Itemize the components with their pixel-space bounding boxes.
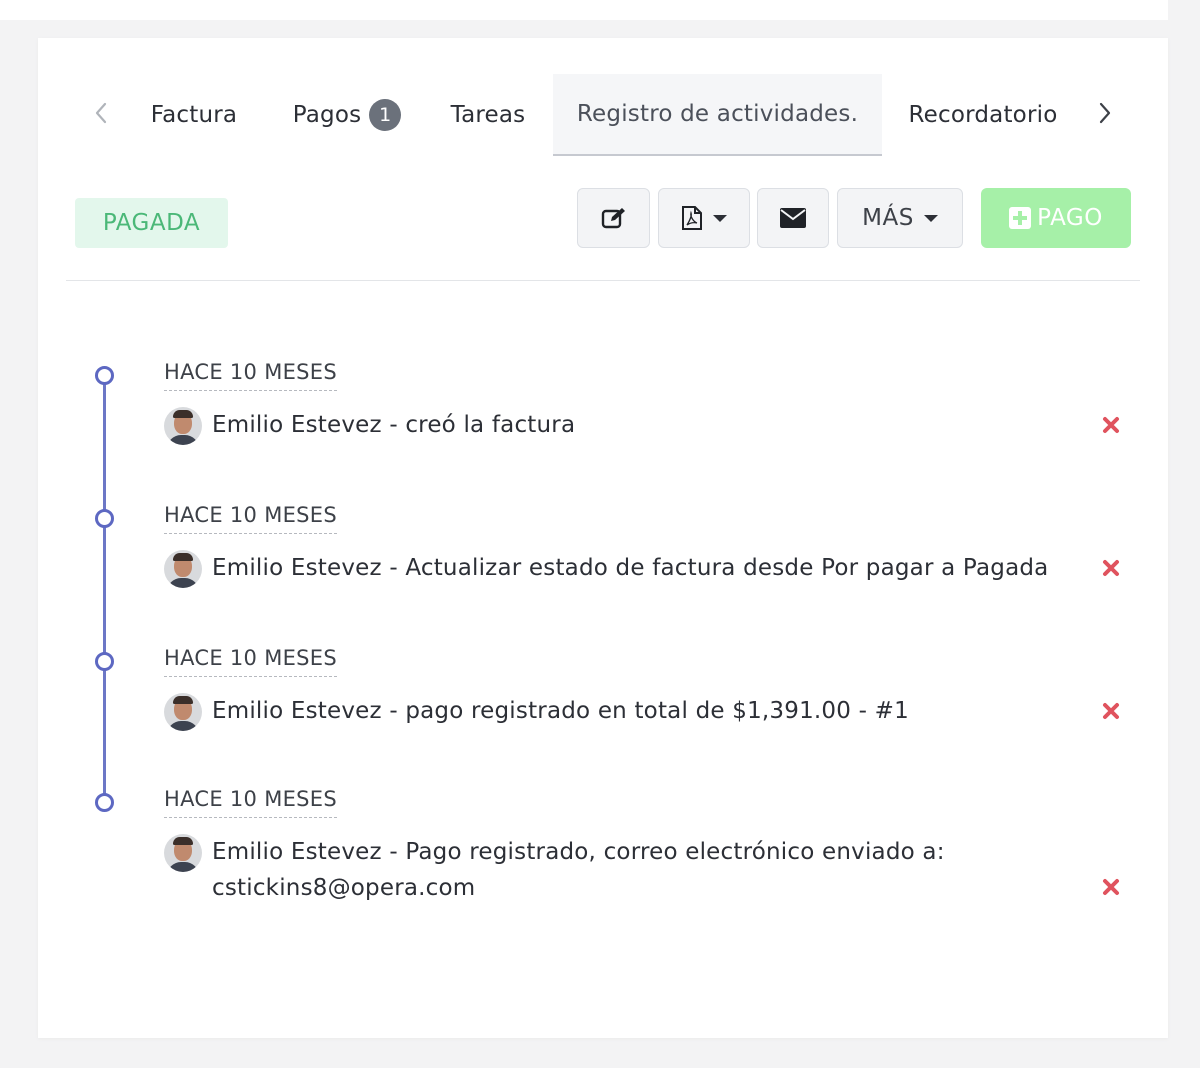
entry-time: HACE 10 MESES (164, 360, 338, 391)
tab-tareas[interactable]: Tareas (433, 74, 543, 156)
pdf-icon (682, 206, 702, 230)
entry-body: Emilio Estevez - Pago registrado, correo… (164, 834, 1124, 906)
entry-body: Emilio Estevez - creó la factura (164, 407, 1124, 445)
delete-entry-button[interactable] (1098, 555, 1124, 581)
avatar (164, 407, 202, 445)
entry-time: HACE 10 MESES (164, 503, 338, 534)
tabs-next-button[interactable] (1090, 98, 1120, 128)
tab-pagos[interactable]: Pagos 1 (276, 74, 418, 156)
more-label: MÁS (862, 205, 914, 231)
tab-registro-actividades[interactable]: Registro de actividades. (553, 74, 882, 156)
timeline-dot (95, 366, 114, 385)
tab-factura[interactable]: Factura (134, 74, 254, 156)
pdf-dropdown-button[interactable] (658, 188, 750, 248)
delete-entry-button[interactable] (1098, 412, 1124, 438)
entry-text: Emilio Estevez - pago registrado en tota… (212, 698, 909, 724)
timeline-dot (95, 652, 114, 671)
status-badge: PAGADA (75, 198, 228, 248)
tab-count-badge: 1 (369, 99, 402, 131)
entry-body: Emilio Estevez - Actualizar estado de fa… (164, 550, 1124, 588)
add-payment-button[interactable]: PAGO (981, 188, 1131, 248)
timeline-entry: HACE 10 MESES Emilio Estevez - pago regi… (164, 646, 1124, 731)
edit-icon (601, 208, 625, 229)
entry-text: Emilio Estevez - Actualizar estado de fa… (212, 555, 1049, 581)
close-icon (1103, 560, 1119, 576)
timeline-dot (95, 509, 114, 528)
edit-button[interactable] (577, 188, 650, 248)
email-button[interactable] (757, 188, 829, 248)
avatar (164, 693, 202, 731)
entry-body: Emilio Estevez - pago registrado en tota… (164, 693, 1124, 731)
entry-text: Emilio Estevez - creó la factura (212, 412, 576, 438)
plus-square-icon (1009, 207, 1032, 229)
chevron-left-icon (95, 102, 107, 124)
close-icon (1103, 417, 1119, 433)
delete-entry-button[interactable] (1098, 698, 1124, 724)
envelope-icon (780, 208, 806, 228)
top-strip (0, 0, 1168, 20)
entry-text-line: Emilio Estevez - Pago registrado, correo… (212, 839, 945, 865)
divider (66, 280, 1140, 281)
timeline-entry: HACE 10 MESES Emilio Estevez - Actualiza… (164, 503, 1124, 588)
close-icon (1103, 879, 1119, 895)
tab-bar: Factura Pagos 1 Tareas Registro de activ… (38, 74, 1168, 156)
tab-label: Factura (150, 102, 238, 128)
chevron-down-icon (713, 214, 727, 222)
entry-text-email: cstickins8@opera.com (212, 875, 476, 901)
entry-time: HACE 10 MESES (164, 646, 338, 677)
invoice-card: Factura Pagos 1 Tareas Registro de activ… (38, 38, 1168, 1038)
tabs-prev-button[interactable] (86, 98, 116, 128)
chevron-down-icon (923, 214, 938, 222)
chevron-right-icon (1099, 102, 1111, 124)
more-dropdown-button[interactable]: MÁS (837, 188, 963, 248)
timeline-line (103, 378, 106, 806)
entry-time: HACE 10 MESES (164, 787, 338, 818)
tab-label: Recordatorio (908, 102, 1058, 128)
tab-recordatorio[interactable]: Recordatorio (894, 74, 1072, 156)
timeline-entry: HACE 10 MESES Emilio Estevez - creó la f… (164, 360, 1124, 445)
tab-label: Tareas (450, 102, 526, 128)
tab-label: Pagos (292, 102, 362, 128)
delete-entry-button[interactable] (1098, 874, 1124, 900)
tab-label: Registro de actividades. (576, 101, 859, 127)
close-icon (1103, 703, 1119, 719)
add-payment-label: PAGO (1037, 205, 1103, 231)
timeline-dot (95, 793, 114, 812)
avatar (164, 834, 202, 872)
entry-text: Emilio Estevez - Pago registrado, correo… (212, 834, 945, 906)
status-label: PAGADA (102, 210, 201, 236)
avatar (164, 550, 202, 588)
timeline-entry: HACE 10 MESES Emilio Estevez - Pago regi… (164, 787, 1124, 906)
